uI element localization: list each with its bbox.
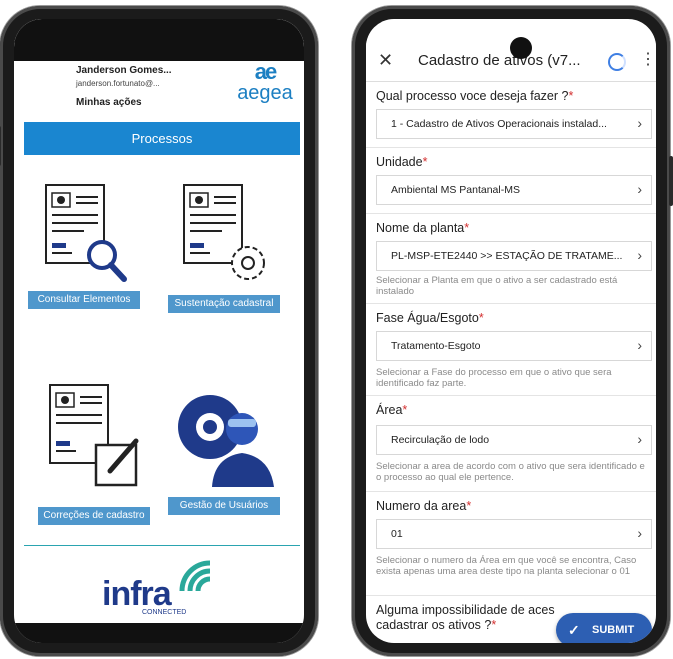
volume-button: [0, 126, 1, 166]
select-value: Tratamento-Esgoto: [391, 340, 481, 352]
chevron-right-icon: ›: [637, 525, 642, 541]
question-label: Fase Água/Esgoto*: [376, 311, 484, 325]
chevron-right-icon: ›: [637, 247, 642, 263]
question-label: Nome da planta*: [376, 221, 470, 235]
field-hint: Selecionar o numero da Área em que você …: [376, 555, 637, 577]
chevron-right-icon: ›: [637, 115, 642, 131]
fase-select[interactable]: Tratamento-Esgoto ›: [376, 331, 652, 361]
tile-correcoes-cadastro[interactable]: Correções de cadastro: [38, 379, 150, 529]
aegea-logo: ae aegea: [232, 61, 298, 107]
right-screen: ✕ Cadastro de ativos (v7... ⋮ Qual proce…: [366, 19, 656, 643]
aegea-logo-word: aegea: [237, 82, 293, 104]
left-screen: Janderson Gomes... janderson.fortunato@.…: [14, 19, 304, 643]
user-name: Janderson Gomes...: [76, 65, 172, 76]
separator: [366, 491, 656, 492]
question-label: Qual processo voce deseja fazer ?*: [376, 89, 574, 103]
unidade-select[interactable]: Ambiental MS Pantanal-MS ›: [376, 175, 652, 205]
divider: [24, 545, 300, 546]
chevron-right-icon: ›: [637, 431, 642, 447]
numero-area-select[interactable]: 01 ›: [376, 519, 652, 549]
camera-notch: [510, 37, 532, 59]
tile-consultar-elementos[interactable]: Consultar Elementos: [28, 179, 140, 309]
loading-spinner-icon: [608, 53, 626, 71]
chevron-right-icon: ›: [637, 337, 642, 353]
bottom-bar: [14, 623, 304, 643]
area-select[interactable]: Recirculação de lodo ›: [376, 425, 652, 455]
process-select[interactable]: 1 - Cadastro de Ativos Operacionais inst…: [376, 109, 652, 139]
power-button: [669, 156, 673, 206]
close-icon[interactable]: ✕: [378, 50, 393, 71]
select-value: PL-MSP-ETE2440 >> ESTAÇÃO DE TRATAME...: [391, 250, 623, 262]
check-icon: ✓: [568, 622, 580, 638]
user-email: janderson.fortunato@...: [76, 79, 160, 88]
planta-select[interactable]: PL-MSP-ETE2440 >> ESTAÇÃO DE TRATAME... ›: [376, 241, 652, 271]
form-title: Cadastro de ativos (v7...: [418, 52, 581, 69]
separator: [366, 303, 656, 304]
field-hint: Selecionar a Planta em que o ativo a ser…: [376, 275, 618, 297]
separator: [366, 395, 656, 396]
infra-connected-logo: infra CONNECTED: [98, 557, 228, 617]
separator: [366, 147, 656, 148]
field-hint: Selecionar a area de acordo com o ativo …: [376, 461, 645, 483]
question-label: Alguma impossibilidade de aces cadastrar…: [376, 603, 555, 632]
question-label: Unidade*: [376, 155, 428, 169]
document-edit-icon: [49, 384, 139, 487]
separator: [366, 595, 656, 596]
select-value: Ambiental MS Pantanal-MS: [391, 184, 520, 196]
separator: [366, 213, 656, 214]
more-vertical-icon[interactable]: ⋮: [640, 49, 656, 69]
document-search-icon: [45, 184, 127, 282]
status-area: [14, 19, 304, 61]
select-value: Recirculação de lodo: [391, 434, 490, 446]
tile-gestao-usuarios[interactable]: Gestão de Usuários: [168, 379, 280, 515]
select-value: 1 - Cadastro de Ativos Operacionais inst…: [391, 118, 607, 130]
tile-label: Gestão de Usuários: [168, 497, 280, 515]
user-management-icon: [178, 395, 274, 487]
select-value: 01: [391, 528, 403, 540]
section-title: Processos: [24, 122, 300, 155]
phone-left: Janderson Gomes... janderson.fortunato@.…: [0, 6, 318, 656]
tile-label: Consultar Elementos: [28, 291, 140, 309]
tile-label: Correções de cadastro: [38, 507, 150, 525]
infra-logo-sub: CONNECTED: [142, 609, 187, 616]
tile-label: Sustentação cadastral: [168, 295, 280, 313]
my-actions-link[interactable]: Minhas ações: [76, 97, 142, 108]
chevron-right-icon: ›: [637, 181, 642, 197]
field-hint: Selecionar a Fase do processo em que o a…: [376, 367, 612, 389]
document-gear-icon: [183, 184, 265, 280]
wifi-signal-icon: [179, 560, 211, 592]
tile-sustentacao-cadastral[interactable]: Sustentação cadastral: [168, 179, 280, 319]
question-label: Numero da area*: [376, 499, 472, 513]
phone-right: ✕ Cadastro de ativos (v7... ⋮ Qual proce…: [352, 6, 673, 656]
submit-label: SUBMIT: [592, 624, 635, 636]
aegea-logo-mark: ae: [254, 59, 277, 84]
question-label: Área*: [376, 403, 408, 417]
submit-button[interactable]: ✓ SUBMIT: [556, 613, 652, 643]
